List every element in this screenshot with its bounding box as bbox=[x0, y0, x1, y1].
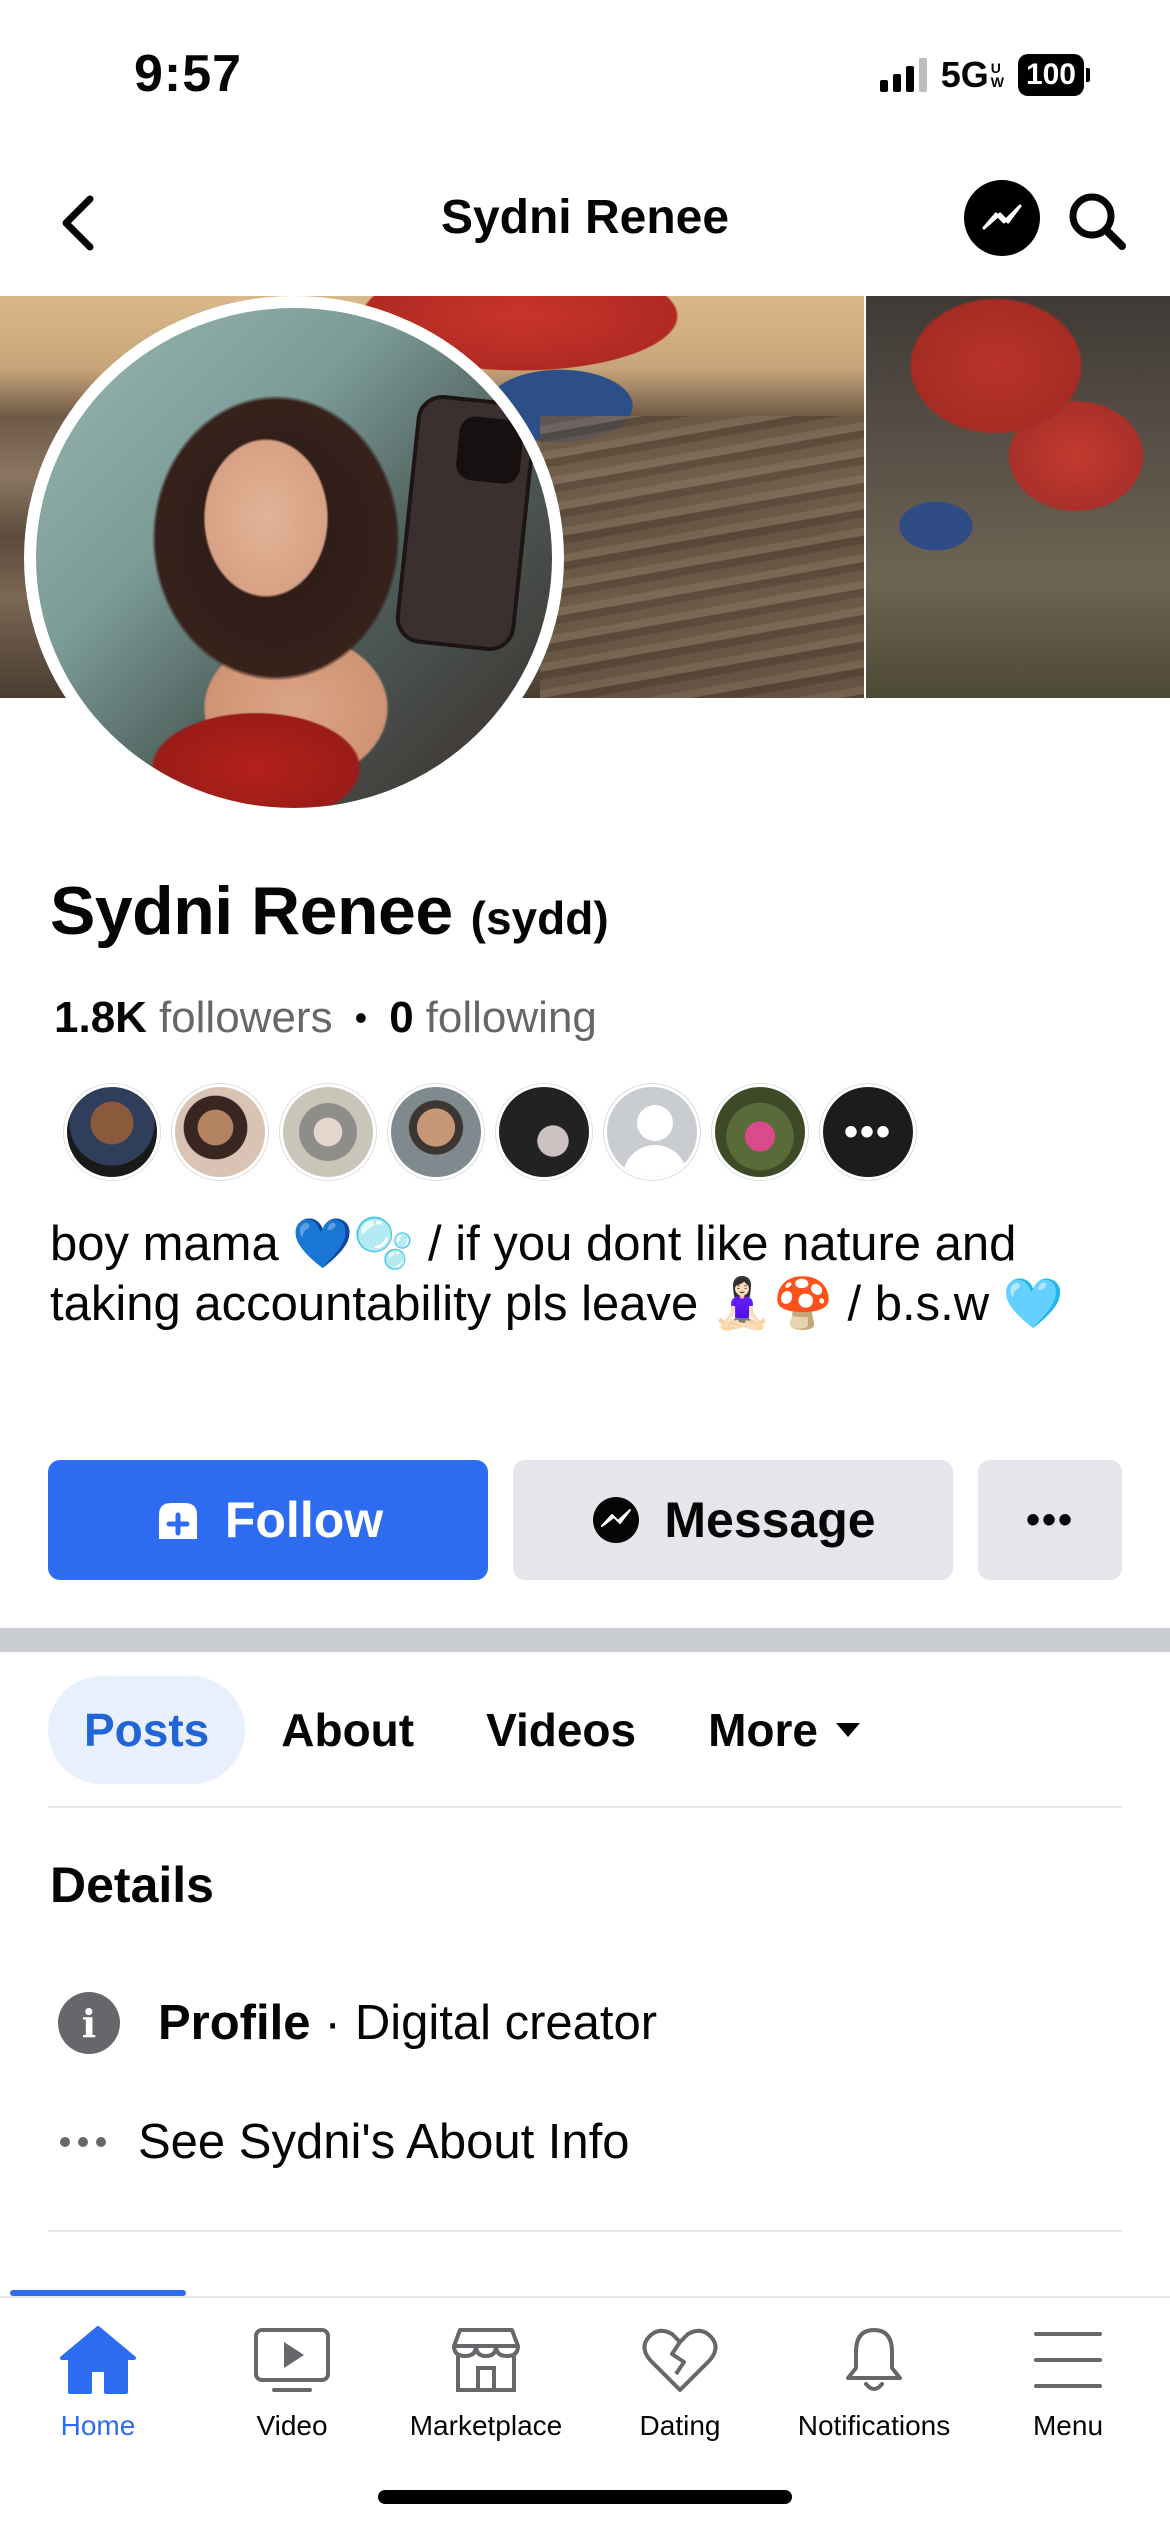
profile-name: Sydni Renee bbox=[50, 873, 453, 949]
home-indicator[interactable] bbox=[378, 2490, 792, 2504]
details-divider bbox=[48, 2230, 1122, 2232]
following-label: following bbox=[425, 993, 597, 1042]
friend-avatar[interactable] bbox=[496, 1084, 592, 1180]
tab-videos[interactable]: Videos bbox=[450, 1676, 672, 1784]
friend-avatar[interactable] bbox=[64, 1084, 160, 1180]
nav-marketplace-label: Marketplace bbox=[409, 2410, 563, 2441]
nav-menu-label: Menu bbox=[1032, 2410, 1104, 2441]
follow-icon bbox=[158, 1503, 197, 1539]
friends-avatar-row: ••• bbox=[64, 1084, 916, 1180]
marketplace-icon bbox=[452, 2328, 520, 2392]
friend-avatar-placeholder[interactable] bbox=[604, 1084, 700, 1180]
signal-icon bbox=[879, 58, 927, 92]
friend-avatar[interactable] bbox=[712, 1084, 808, 1180]
nav-marketplace[interactable]: Marketplace bbox=[388, 2324, 584, 2442]
messenger-icon bbox=[593, 1497, 640, 1543]
bell-icon bbox=[846, 2328, 902, 2391]
tab-more-label: More bbox=[708, 1704, 819, 1756]
network-badge: UW bbox=[990, 60, 1004, 90]
details-heading: Details bbox=[50, 1857, 214, 1913]
battery-level: 100 bbox=[1017, 54, 1084, 96]
profile-category: Digital creator bbox=[354, 1996, 658, 2050]
follow-button[interactable]: Follow bbox=[48, 1460, 488, 1580]
messenger-button[interactable] bbox=[964, 180, 1040, 256]
battery-icon: 100 bbox=[1017, 54, 1090, 96]
menu-icon bbox=[1034, 2332, 1102, 2388]
message-button[interactable]: Message bbox=[513, 1460, 953, 1580]
section-divider bbox=[0, 1628, 1170, 1652]
profile-label: Profile bbox=[158, 1996, 311, 2050]
phone-in-photo bbox=[393, 392, 539, 654]
profile-tabs: Posts About Videos More bbox=[48, 1676, 896, 1784]
follow-label: Follow bbox=[224, 1492, 384, 1548]
nav-home[interactable]: Home bbox=[0, 2324, 196, 2442]
nav-dating[interactable]: Dating bbox=[582, 2324, 778, 2442]
network-indicator: 5G UW bbox=[940, 54, 1004, 95]
followers-count: 1.8K bbox=[54, 993, 147, 1042]
profile-header: Sydni Renee bbox=[0, 160, 1170, 290]
more-options-button[interactable]: ••• bbox=[978, 1460, 1122, 1580]
about-info-label: See Sydni's About Info bbox=[138, 2115, 630, 2169]
tab-more[interactable]: More bbox=[672, 1676, 896, 1784]
home-icon bbox=[60, 2326, 136, 2394]
nav-home-label: Home bbox=[60, 2410, 136, 2441]
tabs-divider bbox=[48, 1806, 1122, 1808]
nav-video[interactable]: Video bbox=[194, 2324, 390, 2442]
following-link[interactable]: 0 following bbox=[389, 993, 597, 1043]
more-dots-icon bbox=[52, 2137, 114, 2147]
status-indicators: 5G UW 100 bbox=[879, 54, 1090, 96]
nav-notifications-label: Notifications bbox=[797, 2410, 951, 2441]
caret-down-icon bbox=[836, 1723, 861, 1737]
more-friends-button[interactable]: ••• bbox=[820, 1084, 916, 1180]
nav-notifications[interactable]: Notifications bbox=[776, 2324, 972, 2442]
search-button[interactable] bbox=[1062, 186, 1132, 256]
cover-photo-right bbox=[866, 296, 1170, 698]
tab-posts[interactable]: Posts bbox=[48, 1676, 246, 1784]
profile-type-row: i Profile · Digital creator bbox=[58, 1992, 657, 2054]
search-icon bbox=[1069, 193, 1126, 250]
status-bar: 9:57 5G UW 100 bbox=[0, 0, 1170, 150]
status-time: 9:57 bbox=[134, 45, 243, 103]
followers-link[interactable]: 1.8K followers bbox=[54, 993, 333, 1043]
tab-about[interactable]: About bbox=[245, 1676, 450, 1784]
profile-name-row: Sydni Renee (sydd) bbox=[50, 872, 609, 950]
stats-separator: • bbox=[354, 997, 368, 1038]
profile-bio: boy mama 💙🫧 / if you dont like nature an… bbox=[50, 1217, 1064, 1331]
following-count: 0 bbox=[389, 993, 414, 1042]
profile-nickname: (sydd) bbox=[470, 892, 609, 944]
video-icon bbox=[254, 2328, 330, 2392]
friend-avatar[interactable] bbox=[172, 1084, 268, 1180]
follow-stats: 1.8K followers • 0 following bbox=[54, 993, 597, 1043]
profile-separator: · bbox=[324, 1996, 341, 2050]
friend-avatar[interactable] bbox=[388, 1084, 484, 1180]
nav-menu[interactable]: Menu bbox=[970, 2324, 1166, 2442]
profile-photo bbox=[36, 308, 552, 808]
dating-icon bbox=[642, 2328, 718, 2392]
info-icon: i bbox=[58, 1992, 120, 2054]
nav-dating-label: Dating bbox=[639, 2410, 721, 2441]
message-label: Message bbox=[664, 1492, 876, 1548]
messenger-icon bbox=[982, 204, 1022, 230]
nav-video-label: Video bbox=[256, 2410, 328, 2441]
followers-label: followers bbox=[158, 993, 333, 1042]
friend-avatar[interactable] bbox=[280, 1084, 376, 1180]
about-info-link[interactable]: See Sydni's About Info bbox=[52, 2114, 630, 2170]
profile-picture[interactable] bbox=[24, 296, 564, 820]
